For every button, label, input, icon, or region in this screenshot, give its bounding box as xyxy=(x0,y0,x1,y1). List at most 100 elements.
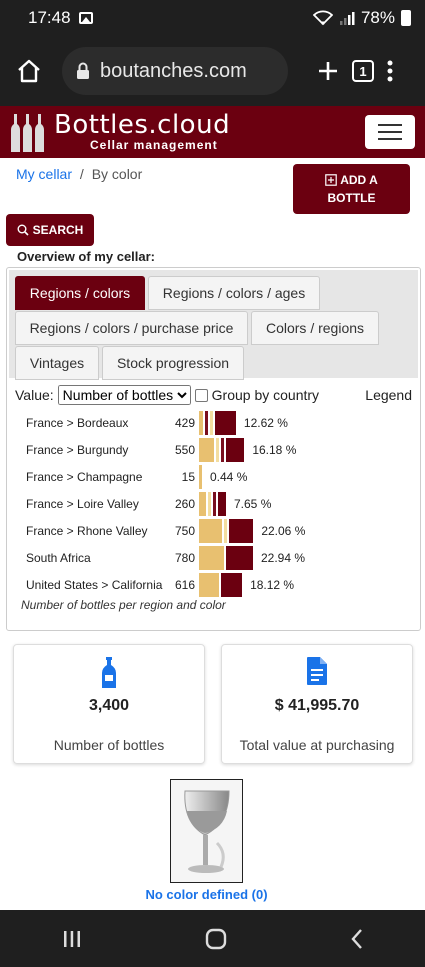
chart-bar-segment[interactable] xyxy=(217,492,226,516)
chart-row: France > Burgundy 550 16.18 % xyxy=(7,437,420,464)
back-nav-icon[interactable] xyxy=(350,928,364,950)
search-label: SEARCH xyxy=(32,223,84,237)
chart-category-label: France > Burgundy xyxy=(26,443,129,457)
chart-category-label: United States > California xyxy=(26,578,163,592)
chart-bar-segment[interactable] xyxy=(199,519,222,543)
chart-percent-label: 16.18 % xyxy=(252,443,297,457)
wifi-icon xyxy=(312,10,333,26)
chart-percent-label: 18.12 % xyxy=(250,578,295,592)
menu-toggle-button[interactable] xyxy=(365,115,415,149)
value-label: Value: xyxy=(15,387,54,403)
chart-row: United States > California 616 18.12 % xyxy=(7,572,420,599)
chart-bar-segment[interactable] xyxy=(215,438,219,462)
chart-total-label: 550 xyxy=(174,443,195,457)
home-nav-icon[interactable] xyxy=(205,928,227,950)
total-value-value: $ 41,995.70 xyxy=(274,697,360,714)
add-bottle-label-2: BOTTLE xyxy=(327,191,376,205)
breadcrumb-current: By color xyxy=(91,166,143,182)
chart-row: France > Loire Valley 260 7.65 % xyxy=(7,491,420,518)
add-bottle-label-1: ADD A xyxy=(340,173,378,187)
address-bar[interactable]: boutanches.com xyxy=(62,47,288,95)
chart-total-label: 429 xyxy=(174,416,195,430)
group-by-country-label: Group by country xyxy=(211,387,320,403)
chart-bar-segment[interactable] xyxy=(199,438,214,462)
status-bar: 17:48 78% xyxy=(0,0,425,36)
logo-subtitle: Cellar management xyxy=(90,138,218,152)
chart-category-label: France > Bordeaux xyxy=(26,416,129,430)
chart-bar-segment[interactable] xyxy=(220,438,224,462)
tab-regions-colors-purchase-price[interactable]: Regions / colors / purchase price xyxy=(15,311,248,345)
chart-bar-segment[interactable] xyxy=(220,573,243,597)
tab-vintages[interactable]: Vintages xyxy=(15,346,99,380)
add-bottle-button[interactable]: ADD A BOTTLE xyxy=(293,164,410,214)
chart-row: France > Rhone Valley 750 22.06 % xyxy=(7,518,420,545)
hamburger-icon xyxy=(378,124,402,126)
chart-bar-segment[interactable] xyxy=(225,438,245,462)
bottle-icon xyxy=(102,657,116,688)
chart-total-label: 780 xyxy=(174,551,195,565)
chart-percent-label: 22.06 % xyxy=(261,524,306,538)
chart-row: South Africa 780 22.94 % xyxy=(7,545,420,572)
tab-colors-regions[interactable]: Colors / regions xyxy=(251,311,379,345)
chart-bar-segment[interactable] xyxy=(223,519,227,543)
chart-category-label: France > Loire Valley xyxy=(26,497,139,511)
tab-stock-progression[interactable]: Stock progression xyxy=(102,346,244,380)
breadcrumb-separator: / xyxy=(79,166,84,182)
site-header: Bottles.cloud Cellar management xyxy=(0,106,425,158)
chart-bar-segment[interactable] xyxy=(215,411,236,435)
browser-toolbar: boutanches.com 1 xyxy=(0,36,425,106)
tab-bar: Regions / colors Regions / colors / ages… xyxy=(9,270,418,380)
search-icon xyxy=(17,224,29,236)
breadcrumb-my-cellar[interactable]: My cellar xyxy=(16,166,72,182)
chart-bar-segment[interactable] xyxy=(199,465,202,489)
chart-category-label: France > Champagne xyxy=(26,470,143,484)
home-icon[interactable] xyxy=(16,58,42,84)
chart-percent-label: 22.94 % xyxy=(261,551,306,565)
chart-bar-segment[interactable] xyxy=(212,492,216,516)
search-button[interactable]: SEARCH xyxy=(6,214,94,246)
chart-percent-label: 0.44 % xyxy=(210,470,248,484)
overview-title: Overview of my cellar: xyxy=(17,249,156,264)
overview-panel: Regions / colors Regions / colors / ages… xyxy=(6,267,421,631)
tab-regions-colors[interactable]: Regions / colors xyxy=(15,276,145,310)
chart-controls: Value: Number of bottles Group by countr… xyxy=(15,384,412,406)
chart-bar-segment[interactable] xyxy=(199,573,219,597)
image-notification-icon xyxy=(78,12,93,24)
tab-switcher-button[interactable]: 1 xyxy=(352,60,374,82)
bottle-count-value: 3,400 xyxy=(88,697,130,714)
group-by-country-checkbox[interactable] xyxy=(194,388,208,402)
chart-percent-label: 7.65 % xyxy=(234,497,272,511)
chart-category-label: France > Rhone Valley xyxy=(26,524,148,538)
chart-bar-segment[interactable] xyxy=(199,492,206,516)
system-nav-bar xyxy=(0,910,425,967)
legend-link[interactable]: Legend xyxy=(365,387,412,403)
new-tab-icon[interactable] xyxy=(316,59,340,83)
total-value-label: Total value at purchasing xyxy=(239,737,395,753)
value-select[interactable]: Number of bottles xyxy=(57,385,191,405)
chart-total-label: 15 xyxy=(181,470,195,484)
no-color-link[interactable]: No color defined (0) xyxy=(0,887,413,902)
url-text: boutanches.com xyxy=(100,59,247,82)
site-logo[interactable]: Bottles.cloud Cellar management xyxy=(8,112,230,152)
status-time: 17:48 xyxy=(28,8,71,27)
chart-bar-segment[interactable] xyxy=(199,411,203,435)
logo-title: Bottles.cloud xyxy=(54,110,231,140)
tab-regions-colors-ages[interactable]: Regions / colors / ages xyxy=(148,276,320,310)
bottles-logo-icon xyxy=(11,114,44,152)
chart-bar-segment[interactable] xyxy=(199,546,224,570)
chart-row: France > Bordeaux 429 12.62 % xyxy=(7,410,420,437)
bottle-count-card: 3,400 Number of bottles xyxy=(13,644,205,764)
recent-apps-icon[interactable] xyxy=(62,929,82,949)
chart-bar-segment[interactable] xyxy=(207,492,211,516)
chart-bar-segment[interactable] xyxy=(210,411,213,435)
chart-bar-segment[interactable] xyxy=(225,546,253,570)
no-color-glass-image[interactable] xyxy=(170,779,243,883)
more-menu-icon[interactable] xyxy=(386,59,394,83)
chart-caption: Number of bottles per region and color xyxy=(21,598,226,612)
chart-total-label: 260 xyxy=(174,497,195,511)
chart-bar-segment[interactable] xyxy=(205,411,208,435)
chart-percent-label: 12.62 % xyxy=(243,416,288,430)
lock-icon xyxy=(77,62,89,79)
chart-bar-segment[interactable] xyxy=(228,519,254,543)
total-value-card: $ 41,995.70 Total value at purchasing xyxy=(221,644,413,764)
